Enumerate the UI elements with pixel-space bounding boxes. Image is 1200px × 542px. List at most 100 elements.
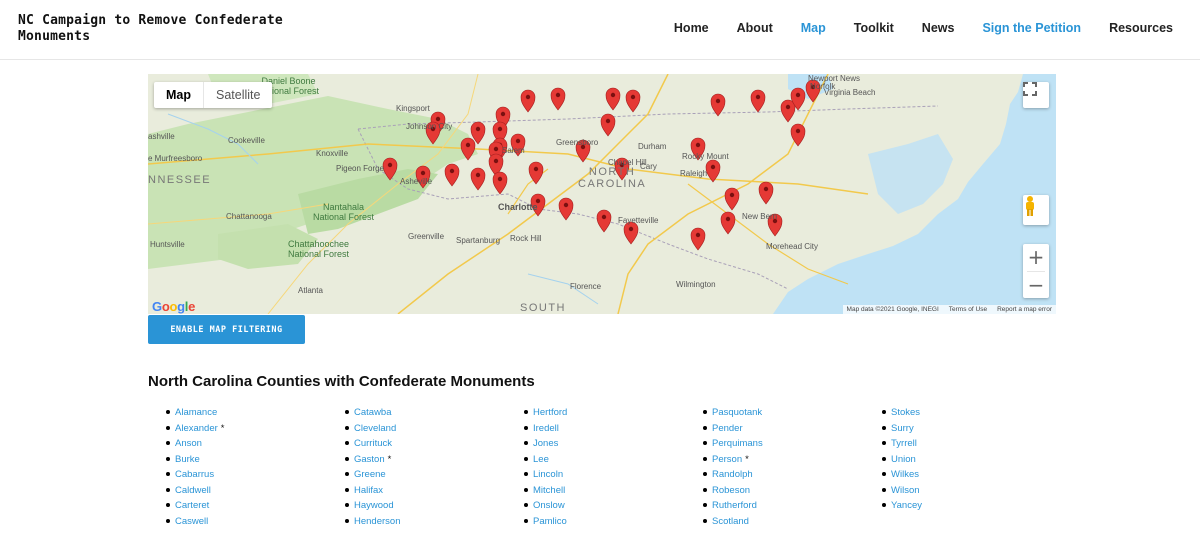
nav-toolkit[interactable]: Toolkit — [854, 21, 894, 35]
county-link[interactable]: Lincoln — [533, 469, 563, 480]
map-pin-dot — [475, 172, 481, 178]
map-pin-dot — [497, 176, 503, 182]
county-link[interactable]: Cabarrus — [175, 469, 214, 480]
county-list-item: Iredell — [524, 421, 567, 437]
county-link[interactable]: Tyrrell — [891, 438, 917, 449]
county-link[interactable]: Caldwell — [175, 485, 211, 496]
map-data-credit: Map data ©2021 Google, INEGI — [846, 306, 939, 313]
county-link[interactable]: Burke — [175, 454, 200, 465]
nav-resources[interactable]: Resources — [1109, 21, 1173, 35]
map-label-pigeon-forge: Pigeon Forge — [336, 164, 385, 173]
county-list-item: Pasquotank — [703, 405, 763, 421]
map-label-greensboro: Greensboro — [556, 138, 599, 147]
map-label-asheville: Asheville — [400, 177, 433, 186]
map-pin-dot — [387, 162, 393, 168]
map-label-florence: Florence — [570, 282, 602, 291]
county-list-item: Gaston * — [345, 452, 400, 468]
county-link[interactable]: Scotland — [712, 516, 749, 527]
county-link[interactable]: Cleveland — [354, 423, 396, 434]
map-type-satellite-button[interactable]: Satellite — [203, 82, 272, 108]
county-link[interactable]: Anson — [175, 438, 202, 449]
map-type-control: Map Satellite — [154, 82, 273, 108]
county-link[interactable]: Person — [712, 454, 742, 465]
fullscreen-icon — [1023, 82, 1037, 96]
county-link[interactable]: Perquimans — [712, 438, 763, 449]
zoom-control: + − — [1023, 244, 1049, 298]
map-label-virginia-beach: Virginia Beach — [824, 88, 876, 97]
map-label-fayetteville: Fayetteville — [618, 216, 659, 225]
county-link[interactable]: Currituck — [354, 438, 392, 449]
map-label-kingsport: Kingsport — [396, 104, 430, 113]
county-link[interactable]: Caswell — [175, 516, 208, 527]
map-pin-dot — [715, 98, 721, 104]
county-link[interactable]: Wilson — [891, 485, 920, 496]
county-link[interactable]: Haywood — [354, 500, 394, 511]
fullscreen-button[interactable] — [1023, 82, 1049, 108]
county-link[interactable]: Yancey — [891, 500, 922, 511]
county-list-item: Lincoln — [524, 467, 567, 483]
county-link[interactable]: Gaston — [354, 454, 385, 465]
county-link[interactable]: Surry — [891, 423, 914, 434]
county-link[interactable]: Catawba — [354, 407, 392, 418]
county-list-item: Catawba — [345, 405, 400, 421]
county-link[interactable]: Stokes — [891, 407, 920, 418]
county-link[interactable]: Alamance — [175, 407, 217, 418]
county-link[interactable]: Hertford — [533, 407, 567, 418]
site-title[interactable]: NC Campaign to Remove Confederate Monume… — [18, 13, 288, 45]
nav-news[interactable]: News — [922, 21, 955, 35]
county-link[interactable]: Jones — [533, 438, 558, 449]
map-label-spartanburg: Spartanburg — [456, 236, 501, 245]
county-link[interactable]: Rutherford — [712, 500, 757, 511]
zoom-in-button[interactable]: + — [1023, 244, 1049, 271]
street-view-pegman[interactable] — [1023, 195, 1049, 225]
terms-of-use-link[interactable]: Terms of Use — [949, 306, 987, 313]
map-label-charlotte: Charlotte — [498, 202, 538, 212]
map-label-durham: Durham — [638, 142, 667, 151]
county-link[interactable]: Alexander — [175, 423, 218, 434]
county-link[interactable]: Robeson — [712, 485, 750, 496]
zoom-out-button[interactable]: − — [1023, 272, 1049, 299]
report-map-error-link[interactable]: Report a map error — [997, 306, 1052, 313]
county-link[interactable]: Pender — [712, 423, 743, 434]
map-label-tennessee: NNESSEE — [148, 174, 212, 186]
enable-map-filtering-button[interactable]: ENABLE MAP FILTERING — [148, 315, 305, 344]
county-link[interactable]: Union — [891, 454, 916, 465]
county-list-item: Onslow — [524, 498, 567, 514]
map-label-raleigh: Raleigh — [680, 169, 708, 178]
map-canvas[interactable] — [148, 74, 1056, 314]
county-list-item: Carteret — [166, 498, 224, 514]
map-pin-dot — [695, 232, 701, 238]
map-attribution: Map data ©2021 Google, INEGI Terms of Us… — [842, 305, 1056, 314]
county-list-item: Yancey — [882, 498, 922, 514]
google-logo[interactable]: Google — [152, 299, 195, 314]
nav-about[interactable]: About — [737, 21, 773, 35]
county-list-item: Randolph — [703, 467, 763, 483]
nav-home[interactable]: Home — [674, 21, 709, 35]
map-pin-dot — [695, 142, 701, 148]
map-pin-dot — [610, 92, 616, 98]
county-link[interactable]: Lee — [533, 454, 549, 465]
county-note: * — [387, 453, 392, 465]
map-type-map-button[interactable]: Map — [154, 82, 203, 108]
county-link[interactable]: Iredell — [533, 423, 559, 434]
county-link[interactable]: Halifax — [354, 485, 383, 496]
county-link[interactable]: Onslow — [533, 500, 565, 511]
map-pin-dot — [755, 94, 761, 100]
county-link[interactable]: Carteret — [175, 500, 209, 511]
county-list-item: Currituck — [345, 436, 400, 452]
map-pin-dot — [465, 142, 471, 148]
county-link[interactable]: Randolph — [712, 469, 753, 480]
county-link[interactable]: Greene — [354, 469, 386, 480]
monuments-map[interactable]: Daniel Boone National Forest ashville Ki… — [148, 74, 1056, 314]
county-list-item: Hertford — [524, 405, 567, 421]
map-label-johnson-city: Johnson City — [406, 122, 453, 131]
county-link[interactable]: Wilkes — [891, 469, 919, 480]
county-link[interactable]: Mitchell — [533, 485, 565, 496]
county-link[interactable]: Pamlico — [533, 516, 567, 527]
map-pin-dot — [729, 192, 735, 198]
county-link[interactable]: Pasquotank — [712, 407, 762, 418]
nav-sign-petition[interactable]: Sign the Petition — [982, 21, 1081, 35]
nav-map[interactable]: Map — [801, 21, 826, 35]
county-link[interactable]: Henderson — [354, 516, 400, 527]
county-list-item: Surry — [882, 421, 922, 437]
